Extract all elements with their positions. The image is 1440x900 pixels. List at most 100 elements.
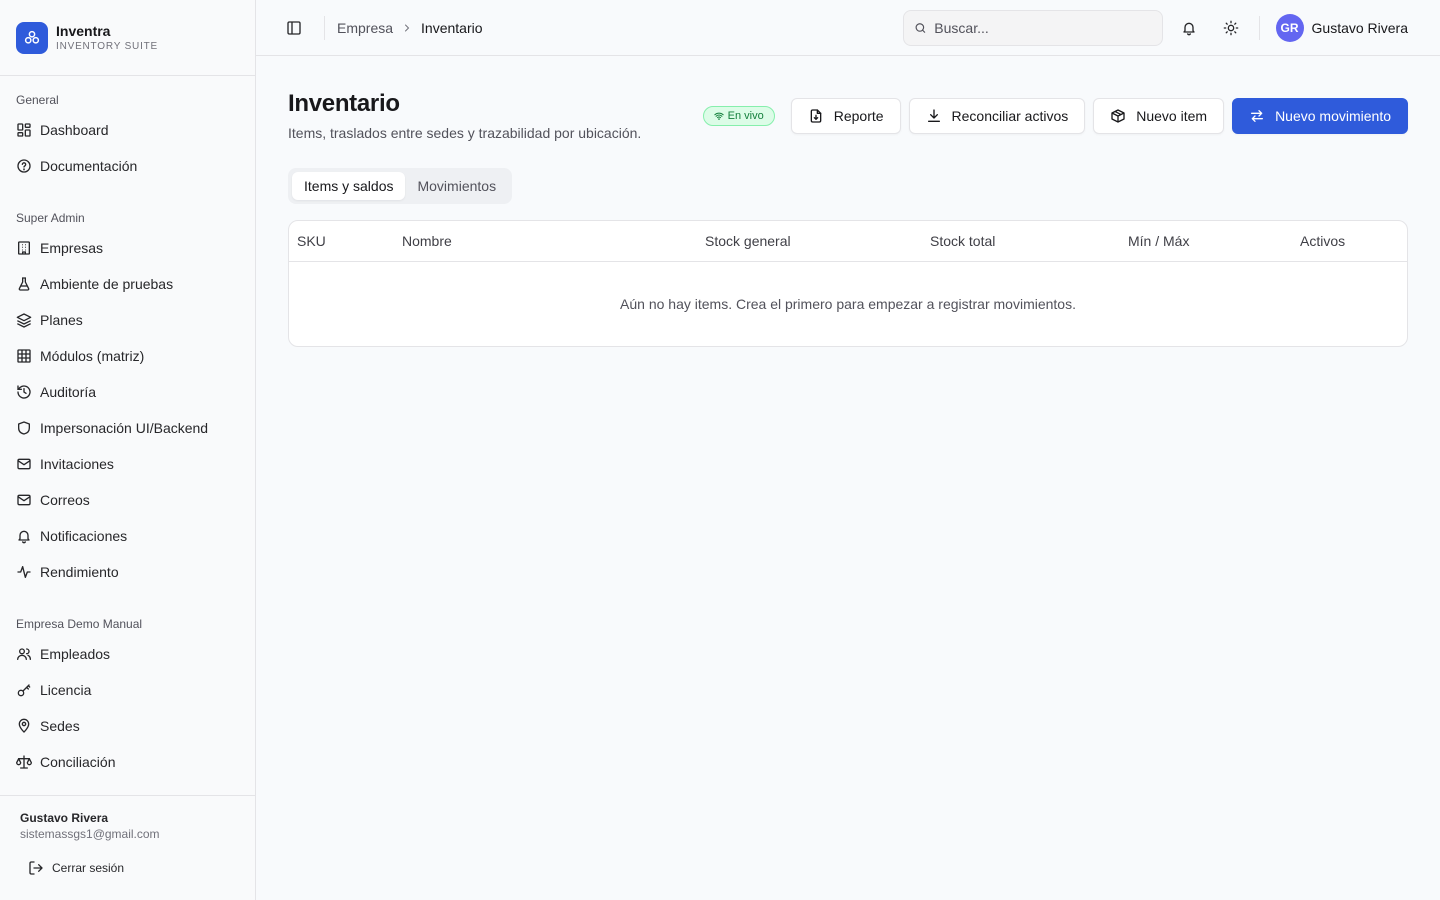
sidebar-item-label: Módulos (matriz)	[40, 348, 145, 364]
search-box[interactable]	[902, 9, 1163, 46]
sidebar-item-label: Rendimiento	[40, 564, 119, 580]
report-button-label: Reporte	[833, 108, 884, 124]
column-header-stock-general[interactable]: Stock general	[697, 233, 922, 249]
scale-icon	[16, 754, 32, 770]
sidebar-item-label: Ambiente de pruebas	[40, 276, 174, 292]
new-item-button-label: Nuevo item	[1136, 108, 1208, 124]
sidebar-item-licencia[interactable]: Licencia	[8, 672, 247, 708]
history-icon	[16, 384, 32, 400]
layers-icon	[16, 312, 32, 328]
user-menu[interactable]: GR Gustavo Rivera	[1275, 13, 1408, 42]
live-status-badge: En vivo	[702, 106, 775, 126]
sidebar-item-label: Sedes	[40, 718, 80, 734]
sidebar-item-label: Dashboard	[40, 122, 109, 138]
breadcrumb: Empresa Inventario	[337, 20, 483, 36]
logout-button[interactable]: Cerrar sesión	[20, 856, 235, 880]
sidebar-item-dashboard[interactable]: Dashboard	[8, 112, 247, 148]
breadcrumb-empresa[interactable]: Empresa	[337, 20, 393, 36]
reconcile-assets-button[interactable]: Reconciliar activos	[908, 98, 1086, 134]
report-button[interactable]: Reporte	[790, 98, 901, 134]
brand-subtitle: INVENTORY SUITE	[56, 40, 159, 52]
table-header: SKU Nombre Stock general Stock total Mín…	[289, 221, 1407, 262]
shield-icon	[16, 420, 32, 436]
sidebar-item-impersonacion[interactable]: Impersonación UI/Backend	[8, 410, 247, 446]
chevron-right-icon	[401, 22, 413, 34]
sidebar-item-label: Invitaciones	[40, 456, 114, 472]
user-name: Gustavo Rivera	[1311, 19, 1408, 36]
sidebar-item-documentacion[interactable]: Documentación	[8, 148, 247, 184]
sidebar-item-modulos[interactable]: Módulos (matriz)	[8, 338, 247, 374]
footer-user-email: sistemassgs1@gmail.com	[20, 827, 160, 841]
sidebar: Inventra INVENTORY SUITE General Dashboa…	[0, 0, 256, 900]
avatar: GR	[1275, 13, 1304, 42]
sidebar-item-auditoria[interactable]: Auditoría	[8, 374, 247, 410]
sidebar-item-sedes[interactable]: Sedes	[8, 708, 247, 744]
column-header-activos[interactable]: Activos	[1292, 233, 1407, 249]
sidebar-item-empleados[interactable]: Empleados	[8, 636, 247, 672]
page-title: Inventario	[288, 90, 400, 117]
sidebar-item-label: Impersonación UI/Backend	[40, 420, 209, 436]
nav-group-empresa-demo: Empresa Demo Manual Empleados Licencia S…	[8, 612, 247, 780]
new-movement-button[interactable]: Nuevo movimiento	[1232, 98, 1408, 134]
table-empty-message: Aún no hay items. Crea el primero para e…	[620, 296, 1076, 312]
help-circle-icon	[16, 158, 32, 174]
sidebar-item-correos[interactable]: Correos	[8, 482, 247, 518]
sidebar-item-empresas[interactable]: Empresas	[8, 230, 247, 266]
sidebar-item-ambiente-pruebas[interactable]: Ambiente de pruebas	[8, 266, 247, 302]
sidebar-item-label: Planes	[40, 312, 83, 328]
footer-user-name: Gustavo Rivera	[20, 811, 109, 825]
dashboard-icon	[16, 122, 32, 138]
inventory-tabs: Items y saldos Movimientos	[288, 168, 513, 204]
brand[interactable]: Inventra INVENTORY SUITE	[0, 0, 255, 76]
bell-icon	[1182, 22, 1195, 35]
search-input[interactable]	[934, 19, 1152, 36]
mail-icon	[16, 492, 32, 508]
topbar-divider	[324, 15, 325, 40]
sidebar-item-rendimiento[interactable]: Rendimiento	[8, 554, 247, 590]
page-header: Inventario Items, traslados entre sedes …	[288, 88, 1408, 142]
notifications-button[interactable]	[1173, 12, 1205, 44]
logout-icon	[29, 861, 43, 875]
page-content: Inventario Items, traslados entre sedes …	[256, 56, 1440, 347]
arrows-swap-icon	[1251, 110, 1264, 122]
sidebar-item-invitaciones[interactable]: Invitaciones	[8, 446, 247, 482]
sun-icon	[1223, 20, 1238, 35]
sidebar-item-notificaciones[interactable]: Notificaciones	[8, 518, 247, 554]
new-movement-button-label: Nuevo movimiento	[1275, 108, 1391, 124]
inventory-table: SKU Nombre Stock general Stock total Mín…	[288, 220, 1408, 347]
sidebar-item-label: Empresas	[40, 240, 104, 256]
nav-group-label: General	[16, 93, 59, 107]
theme-toggle-button[interactable]	[1215, 12, 1247, 44]
column-header-stock-total[interactable]: Stock total	[922, 233, 1120, 249]
sidebar-item-label: Empleados	[40, 646, 111, 662]
column-header-nombre[interactable]: Nombre	[394, 233, 697, 249]
brand-logo-icon	[16, 21, 48, 54]
nav-group-label: Super Admin	[16, 211, 85, 225]
column-header-sku[interactable]: SKU	[289, 233, 394, 249]
sidebar-item-label: Correos	[40, 492, 90, 508]
sidebar-item-planes[interactable]: Planes	[8, 302, 247, 338]
wifi-icon	[713, 112, 724, 120]
page-subtitle: Items, traslados entre sedes y trazabili…	[288, 125, 642, 141]
page-actions: En vivo Reporte Reconciliar activos Nuev…	[702, 98, 1408, 134]
tab-movimientos[interactable]: Movimientos	[405, 172, 508, 200]
sidebar-toggle-button[interactable]	[284, 18, 304, 38]
grid-icon	[16, 348, 32, 364]
sidebar-item-conciliacion[interactable]: Conciliación	[8, 744, 247, 780]
sidebar-item-label: Auditoría	[40, 384, 97, 400]
nav-group-super-admin: Super Admin Empresas Ambiente de pruebas…	[8, 206, 247, 590]
tab-items-saldos[interactable]: Items y saldos	[292, 172, 406, 200]
building-icon	[16, 240, 32, 256]
topbar-divider	[1258, 15, 1260, 40]
nav-group-general: General Dashboard Documentación	[8, 88, 247, 184]
search-icon	[915, 22, 925, 33]
sidebar-item-label: Notificaciones	[40, 528, 128, 544]
logout-label: Cerrar sesión	[52, 861, 125, 875]
new-item-button[interactable]: Nuevo item	[1093, 98, 1225, 134]
sidebar-footer: Gustavo Rivera sistemassgs1@gmail.com Ce…	[0, 795, 255, 900]
sidebar-nav: General Dashboard Documentación Super Ad…	[0, 76, 255, 795]
breadcrumb-current: Inventario	[421, 19, 483, 36]
column-header-min-max[interactable]: Mín / Máx	[1120, 233, 1292, 249]
sidebar-toggle-icon	[287, 20, 301, 35]
sidebar-item-label: Licencia	[40, 682, 92, 698]
